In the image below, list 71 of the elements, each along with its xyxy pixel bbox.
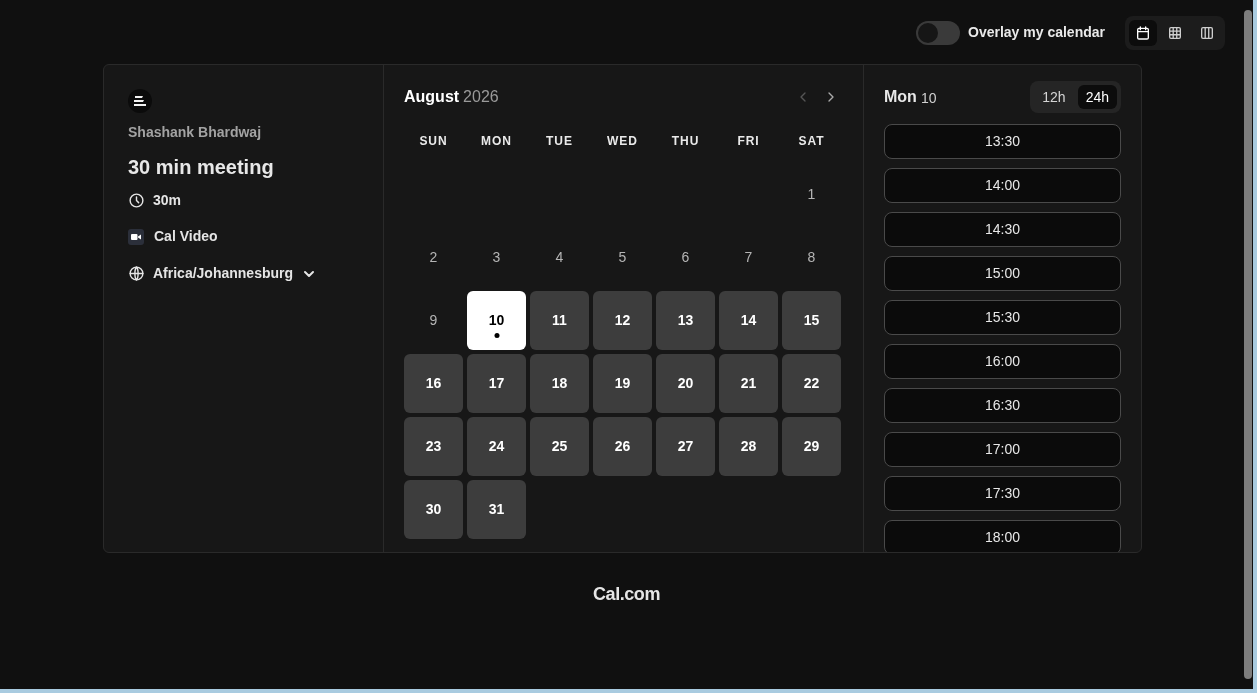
weekday-label: SUN	[419, 133, 448, 150]
time-slot-button[interactable]: 18:00	[884, 520, 1121, 552]
timezone-selector[interactable]: Africa/Johannesburg	[128, 263, 318, 284]
time-slot-button[interactable]: 15:30	[884, 300, 1121, 335]
event-title: 30 min meeting	[128, 155, 275, 180]
day-button[interactable]: 18	[530, 354, 589, 413]
day-button[interactable]: 26	[593, 417, 652, 476]
month-name: August	[404, 87, 460, 107]
time-slot-button[interactable]: 16:30	[884, 388, 1121, 423]
video-icon	[128, 228, 144, 245]
view-button[interactable]	[1129, 19, 1157, 46]
day-button[interactable]: 31	[467, 480, 526, 539]
day-date: 10	[920, 89, 937, 108]
toggle-label: Overlay my calendar	[968, 23, 1105, 42]
day-button[interactable]: 29	[782, 417, 841, 476]
columns-icon	[1199, 24, 1215, 41]
duration: 30m	[153, 191, 182, 210]
time-slot-button[interactable]: 14:00	[884, 168, 1121, 203]
time-slot-button[interactable]: 16:00	[884, 344, 1121, 379]
weekday-label: SAT	[798, 133, 825, 150]
day-button[interactable]: 13	[656, 291, 715, 350]
day-button[interactable]: 22	[782, 354, 841, 413]
weekday-label: FRI	[737, 133, 760, 150]
day-number: 7	[744, 248, 753, 267]
day-button[interactable]: 15	[782, 291, 841, 350]
time-slot-button[interactable]: 13:30	[884, 124, 1121, 159]
globe-icon	[128, 265, 145, 282]
avatar-logo	[128, 89, 152, 113]
weekday-label: TUE	[546, 133, 573, 150]
day-button[interactable]: 11	[530, 291, 589, 350]
weekday-label: WED	[607, 133, 638, 150]
day-number: 3	[492, 248, 501, 267]
day-button[interactable]: 12	[593, 291, 652, 350]
day-button[interactable]: 30	[404, 480, 463, 539]
day-button[interactable]: 23	[404, 417, 463, 476]
location: Cal Video	[154, 227, 218, 246]
day-button[interactable]: 19	[593, 354, 652, 413]
day-number: 9	[429, 311, 438, 330]
grid-icon	[1167, 24, 1183, 41]
day-button[interactable]: 17	[467, 354, 526, 413]
scrollbar[interactable]	[1244, 10, 1252, 679]
toggle-switch[interactable]	[916, 20, 960, 45]
day-number: 2	[429, 248, 438, 267]
time-slot-button[interactable]: 15:00	[884, 256, 1121, 291]
day-button[interactable]: 21	[719, 354, 778, 413]
day-button[interactable]: 25	[530, 417, 589, 476]
year: 2026	[463, 87, 499, 107]
weekday-label: MON	[481, 133, 512, 150]
day-button[interactable]: 16	[404, 354, 463, 413]
time-slot-button[interactable]: 14:30	[884, 212, 1121, 247]
weekday-label: THU	[671, 133, 700, 150]
day-button[interactable]: 10	[467, 291, 526, 350]
day-number: 8	[807, 248, 816, 267]
day-number: 1	[807, 185, 816, 204]
calendar-icon	[1135, 24, 1151, 41]
clock-icon	[128, 192, 145, 209]
day-name: Mon	[884, 87, 917, 107]
day-number: 4	[555, 248, 564, 267]
day-button[interactable]: 14	[719, 291, 778, 350]
day-number: 5	[618, 248, 627, 267]
time-slot-button[interactable]: 17:00	[884, 432, 1121, 467]
format-tab[interactable]: 24h	[1077, 85, 1117, 109]
brand-logo[interactable]: Cal.com	[593, 581, 660, 608]
day-button[interactable]: 20	[656, 354, 715, 413]
time-slot-button[interactable]: 17:30	[884, 476, 1121, 511]
host-name: Shashank Bhardwaj	[128, 123, 263, 142]
day-button[interactable]: 24	[467, 417, 526, 476]
day-button[interactable]: 27	[656, 417, 715, 476]
day-button[interactable]: 28	[719, 417, 778, 476]
format-tab[interactable]: 12h	[1034, 85, 1074, 109]
day-number: 6	[681, 248, 690, 267]
